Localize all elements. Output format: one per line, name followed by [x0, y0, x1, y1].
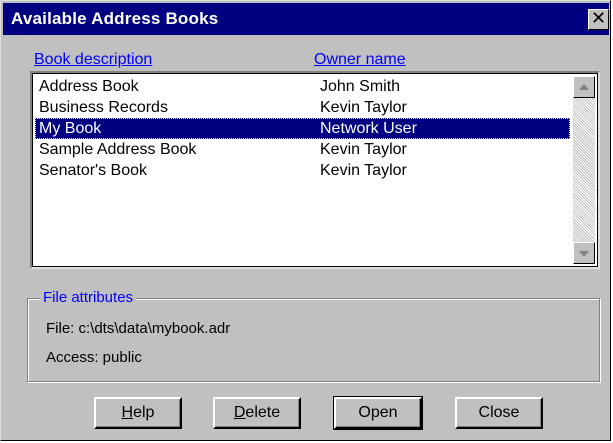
window-title: Available Address Books [11, 9, 219, 28]
address-books-dialog: Available Address Books ✕ Book descripti… [0, 0, 611, 441]
list-item-selected[interactable]: My Book Network User [35, 118, 570, 139]
close-button[interactable]: Close [455, 397, 543, 429]
list-item[interactable]: Sample Address Book Kevin Taylor [35, 139, 570, 160]
owner-name: Kevin Taylor [320, 162, 407, 179]
button-label: Open [358, 404, 398, 421]
book-description: Senator's Book [39, 162, 148, 179]
button-label: Close [478, 404, 520, 421]
file-attributes-group: File attributes File: c:\dts\data\mybook… [27, 289, 600, 382]
button-label: elete [245, 404, 281, 421]
owner-name: John Smith [320, 78, 401, 95]
owner-name: Kevin Taylor [320, 99, 407, 116]
accelerator: D [233, 404, 246, 421]
arrow-up-icon [579, 84, 589, 90]
owner-name: Network User [320, 120, 417, 137]
accelerator: H [121, 404, 134, 421]
arrow-down-icon [579, 251, 589, 257]
help-button[interactable]: Help [94, 397, 182, 429]
vertical-scrollbar[interactable] [573, 76, 595, 264]
group-title: File attributes [40, 289, 137, 306]
open-button[interactable]: Open [333, 396, 423, 430]
owner-name: Kevin Taylor [320, 141, 407, 158]
close-icon[interactable]: ✕ [588, 9, 609, 30]
book-description: Sample Address Book [39, 141, 197, 158]
column-header-label: Owner name [314, 51, 406, 68]
address-book-list[interactable]: Address Book John Smith Business Records… [30, 71, 600, 269]
title-bar[interactable]: Available Address Books ✕ [3, 3, 609, 35]
delete-button[interactable]: Delete [213, 397, 301, 429]
book-description: My Book [39, 120, 102, 137]
book-description: Address Book [39, 78, 139, 95]
list-rows: Address Book John Smith Business Records… [35, 76, 570, 181]
column-header-book-description[interactable]: Book description [34, 51, 152, 69]
column-header-owner-name[interactable]: Owner name [314, 51, 406, 69]
list-item[interactable]: Business Records Kevin Taylor [35, 97, 570, 118]
column-header-accelerator: B [34, 51, 45, 68]
list-item[interactable]: Address Book John Smith [35, 76, 570, 97]
list-item[interactable]: Senator's Book Kevin Taylor [35, 160, 570, 181]
access-text: Access: public [46, 349, 142, 366]
button-label: elp [133, 404, 155, 421]
scroll-down-button[interactable] [573, 242, 595, 264]
scroll-up-button[interactable] [573, 76, 595, 98]
file-path-text: File: c:\dts\data\mybook.adr [46, 320, 231, 337]
book-description: Business Records [39, 99, 168, 116]
column-header-label: ook description [44, 51, 153, 68]
